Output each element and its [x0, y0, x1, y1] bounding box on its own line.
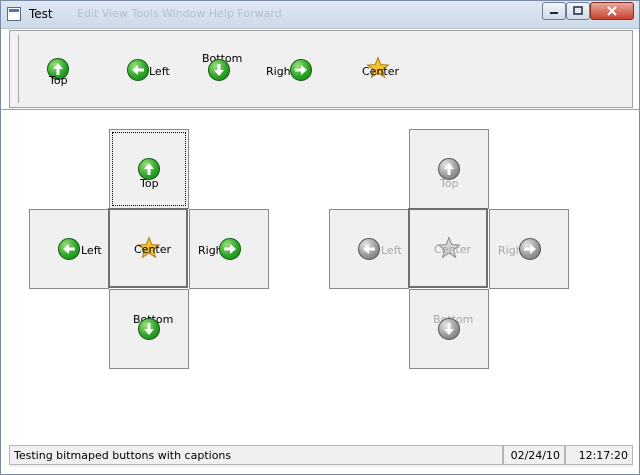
- toolbar-left-label: Left: [149, 65, 170, 78]
- toolbar-center-label: Center: [362, 65, 400, 78]
- close-button[interactable]: [590, 2, 634, 20]
- background-window-ghost-text: Edit View Tools Window Help Forward: [77, 7, 282, 20]
- pad-left-label: Left: [81, 244, 102, 257]
- maximize-button[interactable]: [566, 2, 590, 20]
- status-bar: Testing bitmaped buttons with captions 0…: [9, 445, 633, 467]
- arrow-down-icon: [138, 318, 160, 340]
- pad-disabled-top-label: Top: [440, 177, 459, 190]
- pad-disabled-center-button: Center: [408, 208, 488, 288]
- arrow-left-icon: [58, 238, 80, 260]
- status-date: 02/24/10: [503, 445, 565, 465]
- pad-left-button[interactable]: Left: [29, 209, 109, 289]
- toolbar-top-label: Top: [49, 74, 68, 87]
- arrow-right-icon: [219, 238, 241, 260]
- status-message: Testing bitmaped buttons with captions: [9, 445, 503, 465]
- pad-disabled-center-label: Center: [434, 243, 472, 256]
- pad-disabled-top-button: Top: [409, 129, 489, 209]
- window-title: Test: [29, 7, 53, 21]
- arrow-right-icon: [519, 238, 541, 260]
- pad-bottom-button[interactable]: Bottom: [109, 289, 189, 369]
- arrow-down-icon: [438, 318, 460, 340]
- app-icon: [7, 7, 21, 21]
- title-bar[interactable]: Test Edit View Tools Window Help Forward: [1, 1, 639, 29]
- pad-top-label: Top: [140, 177, 159, 190]
- arrow-left-icon: [127, 59, 149, 81]
- close-icon: [607, 6, 617, 16]
- minimize-button[interactable]: [542, 2, 566, 20]
- pad-disabled-bottom-button: Bottom: [409, 289, 489, 369]
- arrow-down-icon: [208, 59, 230, 81]
- arrow-right-icon: [290, 59, 312, 81]
- status-time: 12:17:20: [565, 445, 633, 465]
- minimize-icon: [550, 12, 558, 14]
- maximize-icon: [573, 6, 583, 15]
- pad-top-button[interactable]: Top: [109, 129, 189, 209]
- pad-disabled-left-label: Left: [381, 244, 402, 257]
- arrow-left-icon: [358, 238, 380, 260]
- toolbar-grip[interactable]: [13, 35, 19, 103]
- toolbar-separator: [1, 109, 639, 110]
- app-window: Test Edit View Tools Window Help Forward…: [0, 0, 640, 475]
- pad-center-label: Center: [134, 243, 172, 256]
- pad-disabled-right-button: Right: [489, 209, 569, 289]
- pad-center-button[interactable]: Center: [108, 208, 188, 288]
- pad-right-button[interactable]: Right: [189, 209, 269, 289]
- pad-disabled-left-button: Left: [329, 209, 409, 289]
- toolbar: Top Left Bottom Right Center: [9, 30, 633, 108]
